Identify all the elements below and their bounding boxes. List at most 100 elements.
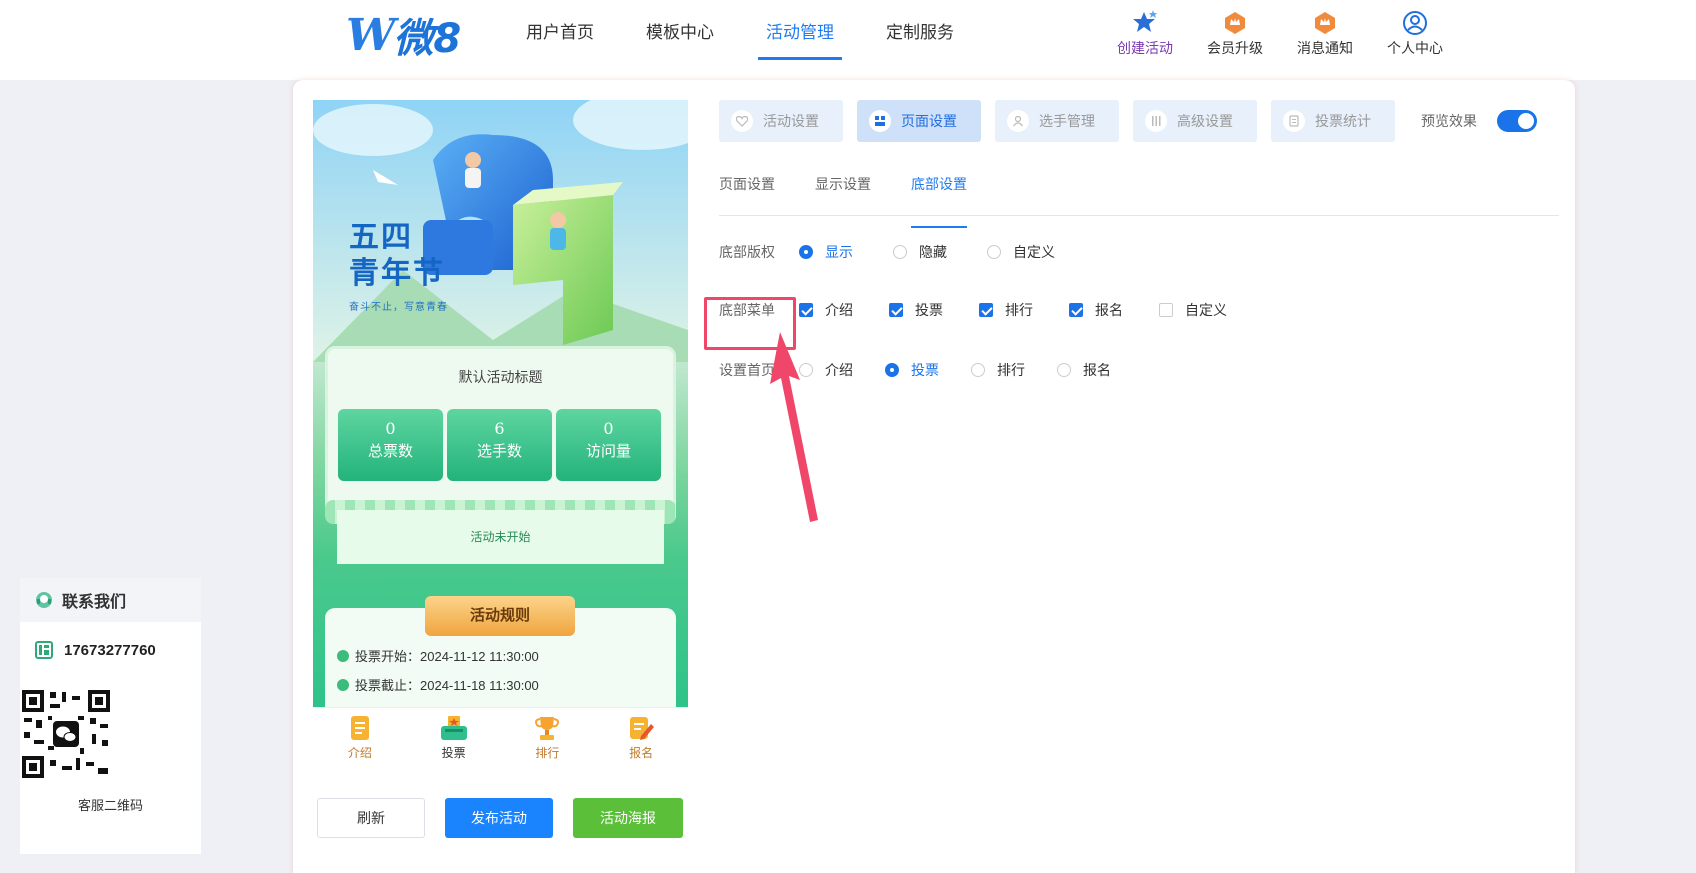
publish-activity-button[interactable]: 发布活动 (445, 798, 553, 838)
stat-value: 0 (385, 419, 396, 438)
copyright-option-custom[interactable]: 自定义 (987, 242, 1055, 262)
contact-phone: 17673277760 (20, 622, 201, 678)
checkbox[interactable] (799, 303, 813, 317)
logo-text: 微8 (393, 16, 462, 62)
menu-option-vote[interactable]: 投票 (889, 300, 943, 320)
clock-icon (337, 649, 349, 662)
create-activity-label: 创建活动 (1117, 40, 1173, 56)
nav-user-home[interactable]: 用户首页 (500, 0, 620, 80)
checkbox[interactable] (889, 303, 903, 317)
hero-title-line-1: 五四 (349, 220, 413, 255)
stat-label: 选手数 (476, 443, 522, 460)
segment-advanced-settings[interactable]: 高级设置 (1133, 100, 1257, 142)
person-icon (1007, 110, 1029, 132)
menu-option-ranking[interactable]: 排行 (979, 300, 1033, 320)
copyright-option-hide[interactable]: 隐藏 (893, 242, 947, 262)
tab-intro[interactable]: 介绍 (313, 708, 407, 767)
segment-vote-statistics[interactable]: 投票统计 (1271, 100, 1395, 142)
home-option-vote[interactable]: 投票 (885, 360, 939, 380)
action-buttons: 刷新 发布活动 活动海报 (317, 798, 703, 838)
qr-code (20, 688, 112, 780)
tab-label: 投票 (441, 746, 466, 760)
top-bar: W 微8 用户首页 模板中心 活动管理 定制服务 创建活动 会员升级 消息通知 (0, 0, 1696, 80)
qr-label: 客服二维码 (77, 798, 143, 813)
option-label: 报名 (1083, 362, 1111, 378)
segment-page-settings[interactable]: 页面设置 (857, 100, 981, 142)
hero-title-line-2: 青年节 (349, 256, 445, 291)
phone-icon (34, 640, 54, 660)
subtab-display-settings[interactable]: 显示设置 (815, 166, 871, 215)
option-label: 报名 (1095, 302, 1123, 318)
checkbox[interactable] (1069, 303, 1083, 317)
rule-vote-end: 投票截止：2024-11-18 11:30:00 (337, 675, 539, 694)
tab-signup[interactable]: 报名 (594, 708, 688, 767)
radio-button[interactable] (987, 245, 1001, 259)
radio-button[interactable] (893, 245, 907, 259)
main-nav: 用户首页 模板中心 活动管理 定制服务 (500, 0, 980, 80)
stat-contestants[interactable]: 6 选手数 (447, 409, 552, 481)
logo-mark: W (346, 9, 395, 61)
stat-total-votes[interactable]: 0 总票数 (338, 409, 443, 481)
hero-title: 五四 青年节 (349, 220, 445, 292)
preview-effect-label: 预览效果 (1421, 113, 1477, 129)
rule-vote-start: 投票开始：2024-11-12 11:30:00 (337, 646, 539, 665)
tab-ranking[interactable]: 排行 (501, 708, 595, 767)
stats-doc-icon (1283, 110, 1305, 132)
subtab-footer-settings[interactable]: 底部设置 (911, 166, 967, 228)
footer-copyright-label: 底部版权 (719, 244, 775, 260)
logo[interactable]: W 微8 (346, 9, 461, 63)
stat-label: 总票数 (367, 443, 413, 460)
tab-vote[interactable]: 投票 (407, 708, 501, 767)
heart-icon (731, 110, 753, 132)
menu-option-signup[interactable]: 报名 (1069, 300, 1123, 320)
copyright-option-show[interactable]: 显示 (799, 242, 853, 262)
annotation-arrow-icon (770, 332, 818, 522)
segment-contestant-management[interactable]: 选手管理 (995, 100, 1119, 142)
checkbox[interactable] (1159, 303, 1173, 317)
radio-button[interactable] (885, 363, 899, 377)
create-activity-button[interactable]: 创建活动 (1100, 8, 1190, 58)
radio-button[interactable] (799, 245, 813, 259)
menu-option-intro[interactable]: 介绍 (799, 300, 853, 320)
sliders-icon (1145, 110, 1167, 132)
radio-button[interactable] (1057, 363, 1071, 377)
segment-label: 活动设置 (763, 113, 819, 129)
segment-label: 高级设置 (1177, 113, 1233, 129)
stat-label: 访问量 (585, 443, 631, 460)
notifications-button[interactable]: 消息通知 (1280, 8, 1370, 58)
nav-custom-service[interactable]: 定制服务 (860, 0, 980, 80)
option-label: 投票 (915, 302, 943, 318)
doc-icon (313, 714, 407, 742)
star-icon (1100, 8, 1190, 38)
ballot-box-icon (407, 714, 501, 742)
refresh-button[interactable]: 刷新 (317, 798, 425, 838)
segment-activity-settings[interactable]: 活动设置 (719, 100, 843, 142)
nav-activity-management[interactable]: 活动管理 (740, 0, 860, 80)
subtab-page-settings[interactable]: 页面设置 (719, 166, 775, 215)
settings-subtabs: 页面设置 显示设置 底部设置 (719, 166, 1559, 228)
option-label: 隐藏 (919, 244, 947, 260)
notifications-label: 消息通知 (1297, 40, 1353, 56)
tab-label: 报名 (629, 746, 654, 760)
home-option-ranking[interactable]: 排行 (971, 360, 1025, 380)
activity-card: 默认活动标题 0 总票数 6 选手数 0 访问量 (325, 346, 676, 518)
menu-option-custom[interactable]: 自定义 (1159, 300, 1227, 320)
preview-tabbar: 介绍 投票 排行 报名 (313, 707, 688, 767)
rules-card: 活动规则 投票开始：2024-11-12 11:30:00 投票截止：2024-… (325, 596, 676, 707)
rule-text: 投票截止：2024-11-18 11:30:00 (355, 678, 539, 693)
activity-poster-button[interactable]: 活动海报 (573, 798, 683, 838)
checkbox[interactable] (979, 303, 993, 317)
rule-text: 投票开始：2024-11-12 11:30:00 (355, 649, 539, 664)
stat-visits[interactable]: 0 访问量 (556, 409, 661, 481)
nav-template-center[interactable]: 模板中心 (620, 0, 740, 80)
home-option-signup[interactable]: 报名 (1057, 360, 1111, 380)
footer-copyright-row: 底部版权 显示 隐藏 自定义 (719, 242, 1079, 262)
preview-effect-toggle[interactable] (1497, 110, 1537, 132)
header-tools: 创建活动 会员升级 消息通知 个人中心 (1100, 8, 1460, 58)
option-label: 介绍 (825, 302, 853, 318)
member-upgrade-button[interactable]: 会员升级 (1190, 8, 1280, 58)
user-center-button[interactable]: 个人中心 (1370, 8, 1460, 58)
activity-status: 活动未开始 (337, 510, 664, 564)
radio-button[interactable] (971, 363, 985, 377)
segment-label: 投票统计 (1315, 113, 1371, 129)
